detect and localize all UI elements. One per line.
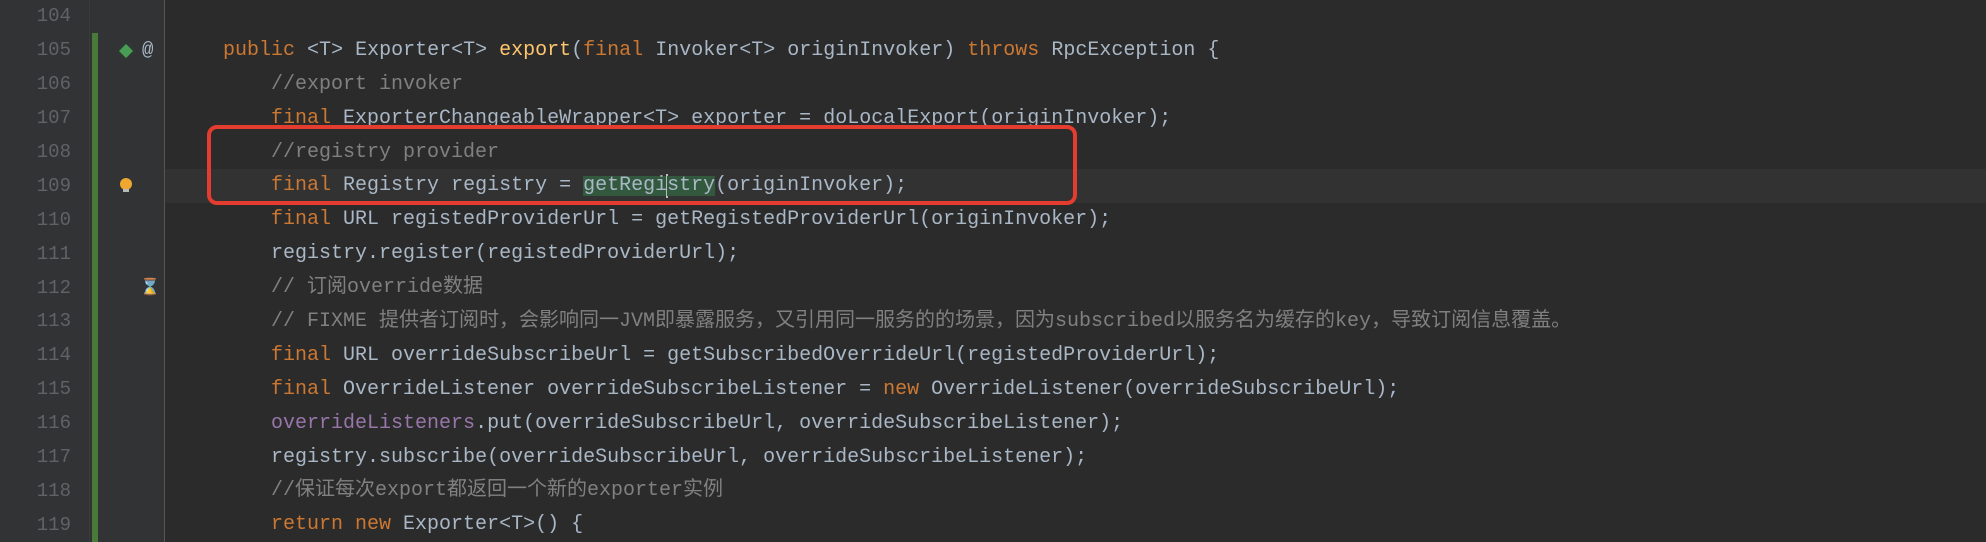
code-line[interactable]: final OverrideListener overrideSubscribe… (165, 373, 1986, 407)
line-number: 116 (0, 414, 89, 433)
comment: // 订阅override数据 (175, 278, 483, 298)
line-number: 109 (0, 177, 89, 196)
code-line[interactable]: final URL registedProviderUrl = getRegis… (165, 203, 1986, 237)
bulb-icon[interactable] (116, 176, 136, 196)
line-number: 105 (0, 41, 89, 60)
line-number: 114 (0, 346, 89, 365)
line-number: 111 (0, 245, 89, 264)
code-line[interactable]: // 订阅override数据 (165, 271, 1986, 305)
line-number: 106 (0, 75, 89, 94)
line-number: 119 (0, 516, 89, 535)
line-number: 112 (0, 279, 89, 298)
method-name: export (499, 41, 571, 61)
line-number: 115 (0, 380, 89, 399)
code-line[interactable]: //registry provider (165, 136, 1986, 170)
code-line[interactable]: public <T> Exporter<T> export(final Invo… (165, 34, 1986, 68)
code-line[interactable] (165, 0, 1986, 34)
gutter-markers: @ ⌛ (90, 0, 165, 542)
code-editor[interactable]: public <T> Exporter<T> export(final Invo… (165, 0, 1986, 542)
comment: //保证每次export都返回一个新的exporter实例 (175, 481, 723, 501)
code-line[interactable]: //保证每次export都返回一个新的exporter实例 (165, 474, 1986, 508)
line-number: 104 (0, 7, 89, 26)
code-line[interactable]: // FIXME 提供者订阅时，会影响同一JVM即暴露服务，又引用同一服务的的场… (165, 305, 1986, 339)
comment: //export invoker (175, 75, 463, 95)
line-number-gutter: 104 105 106 107 108 109 110 111 112 113 … (0, 0, 90, 542)
code-line[interactable]: final ExporterChangeableWrapper<T> expor… (165, 102, 1986, 136)
override-annotation-icon: @ (142, 41, 153, 60)
code-line-current[interactable]: final Registry registry = getRegistry(or… (165, 169, 1986, 203)
line-number: 107 (0, 109, 89, 128)
code-line[interactable]: //export invoker (165, 68, 1986, 102)
code-line[interactable]: return new Exporter<T>() { (165, 508, 1986, 542)
change-diamond-icon[interactable] (118, 42, 135, 59)
code-line[interactable]: registry.subscribe(overrideSubscribeUrl,… (165, 441, 1986, 475)
fold-region-icon[interactable]: ⌛ (140, 280, 160, 296)
line-number: 113 (0, 312, 89, 331)
line-number: 108 (0, 143, 89, 162)
comment: // FIXME 提供者订阅时，会影响同一JVM即暴露服务，又引用同一服务的的场… (175, 312, 1571, 332)
code-line[interactable]: final URL overrideSubscribeUrl = getSubs… (165, 339, 1986, 373)
line-number: 118 (0, 482, 89, 501)
line-number: 110 (0, 211, 89, 230)
field: overrideListeners (271, 414, 475, 434)
code-line[interactable]: registry.register(registedProviderUrl); (165, 237, 1986, 271)
comment: //registry provider (175, 143, 499, 163)
code-line[interactable]: overrideListeners.put(overrideSubscribeU… (165, 407, 1986, 441)
line-number: 117 (0, 448, 89, 467)
keyword: public (175, 41, 307, 61)
